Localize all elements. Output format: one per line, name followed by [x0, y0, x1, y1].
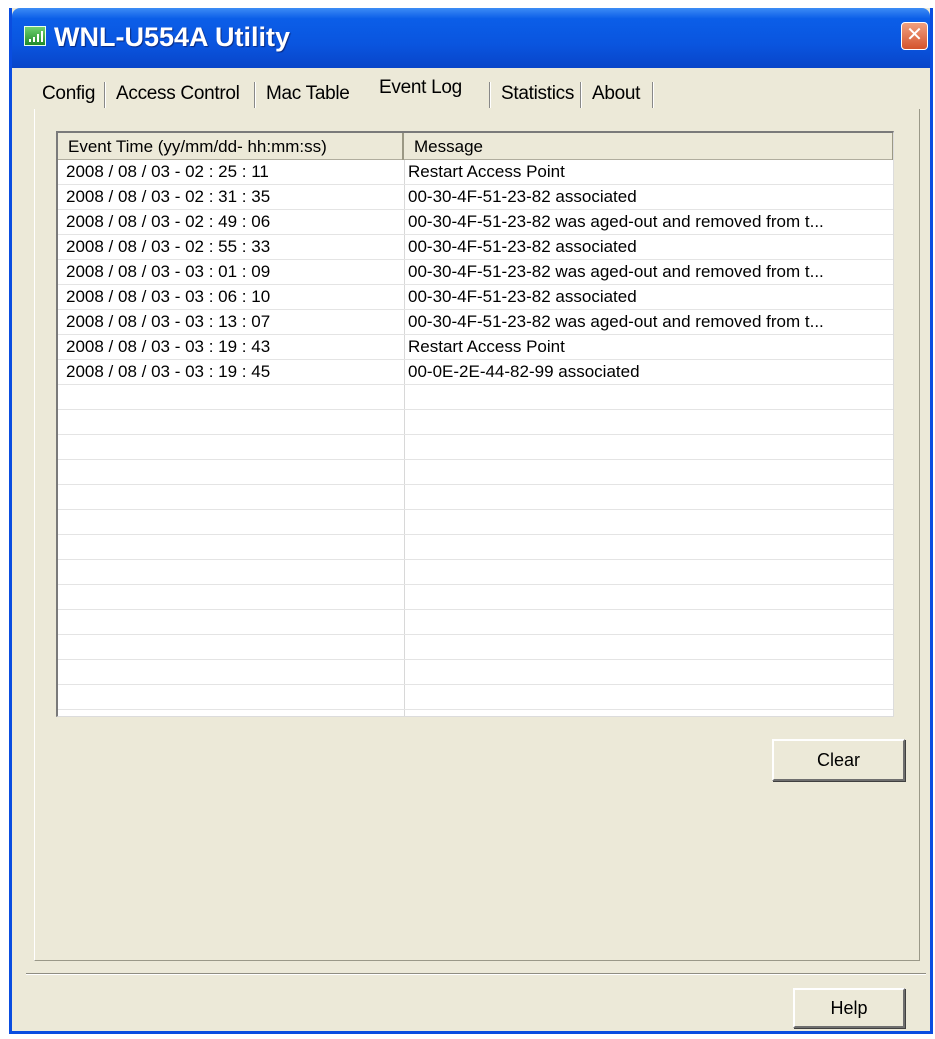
- title-bar[interactable]: WNL-U554A Utility ✕: [12, 8, 930, 68]
- table-row[interactable]: 2008 / 08 / 03 - 02 : 31 : 35 00-30-4F-51…: [58, 185, 893, 210]
- empty-row[interactable]: [58, 410, 893, 435]
- table-row[interactable]: 2008 / 08 / 03 - 03 : 19 : 45 00-0E-2E-44…: [58, 360, 893, 385]
- message-cell: 00-30-4F-51-23-82 was aged-out and remov…: [408, 312, 824, 331]
- tab-separator: [254, 82, 256, 108]
- list-header: Event Time (yy/mm/dd- hh:mm:ss) Message: [58, 133, 893, 160]
- tab-separator: [489, 82, 491, 108]
- event-time-cell: 2008 / 08 / 03 - 02 : 55 : 33: [66, 237, 271, 256]
- table-row[interactable]: 2008 / 08 / 03 - 02 : 49 : 06 00-30-4F-51…: [58, 210, 893, 235]
- empty-row[interactable]: [58, 435, 893, 460]
- table-row[interactable]: 2008 / 08 / 03 - 02 : 55 : 33 00-30-4F-51…: [58, 235, 893, 260]
- event-time-cell: 2008 / 08 / 03 - 02 : 49 : 06: [66, 212, 271, 231]
- utility-window: WNL-U554A Utility ✕ Config Access Contro…: [9, 8, 933, 1034]
- tab-about[interactable]: About: [592, 79, 640, 109]
- empty-row[interactable]: [58, 560, 893, 585]
- message-cell: 00-0E-2E-44-82-99 associated: [408, 362, 640, 381]
- message-cell: 00-30-4F-51-23-82 associated: [408, 287, 637, 306]
- tab-strip: Config Access Control Mac Table Event Lo…: [36, 70, 896, 110]
- message-cell: 00-30-4F-51-23-82 associated: [408, 187, 637, 206]
- table-row[interactable]: 2008 / 08 / 03 - 02 : 25 : 11 Restart Acc…: [58, 160, 893, 185]
- close-icon[interactable]: ✕: [901, 22, 928, 50]
- tab-separator: [580, 82, 582, 108]
- event-time-cell: 2008 / 08 / 03 - 03 : 01 : 09: [66, 262, 271, 281]
- empty-row[interactable]: [58, 635, 893, 660]
- signal-bars-icon: [24, 26, 46, 46]
- tab-mac-table[interactable]: Mac Table: [266, 79, 350, 109]
- table-row[interactable]: 2008 / 08 / 03 - 03 : 01 : 09 00-30-4F-51…: [58, 260, 893, 285]
- empty-row[interactable]: [58, 385, 893, 410]
- bottom-divider: [26, 973, 926, 975]
- tab-event-log[interactable]: Event Log: [377, 70, 489, 110]
- event-time-cell: 2008 / 08 / 03 - 02 : 31 : 35: [66, 187, 271, 206]
- tab-config[interactable]: Config: [42, 79, 95, 109]
- list-body: 2008 / 08 / 03 - 02 : 25 : 11 Restart Acc…: [58, 160, 893, 716]
- clear-button[interactable]: Clear: [772, 739, 905, 781]
- event-time-cell: 2008 / 08 / 03 - 03 : 13 : 07: [66, 312, 271, 331]
- table-row[interactable]: 2008 / 08 / 03 - 03 : 06 : 10 00-30-4F-51…: [58, 285, 893, 310]
- column-header-message[interactable]: Message: [404, 133, 893, 160]
- empty-row[interactable]: [58, 660, 893, 685]
- empty-row[interactable]: [58, 535, 893, 560]
- event-log-list[interactable]: Event Time (yy/mm/dd- hh:mm:ss) Message …: [56, 131, 894, 717]
- tab-separator: [652, 82, 654, 108]
- message-cell: 00-30-4F-51-23-82 was aged-out and remov…: [408, 262, 824, 281]
- column-header-event-time[interactable]: Event Time (yy/mm/dd- hh:mm:ss): [58, 133, 404, 160]
- empty-row[interactable]: [58, 585, 893, 610]
- table-row[interactable]: 2008 / 08 / 03 - 03 : 19 : 43 Restart Acc…: [58, 335, 893, 360]
- message-cell: 00-30-4F-51-23-82 was aged-out and remov…: [408, 212, 824, 231]
- message-cell: Restart Access Point: [408, 337, 565, 356]
- message-cell: Restart Access Point: [408, 162, 565, 181]
- empty-row[interactable]: [58, 610, 893, 635]
- event-time-cell: 2008 / 08 / 03 - 03 : 19 : 43: [66, 337, 271, 356]
- tab-access-control[interactable]: Access Control: [116, 79, 240, 109]
- event-time-cell: 2008 / 08 / 03 - 02 : 25 : 11: [66, 162, 269, 181]
- table-row[interactable]: 2008 / 08 / 03 - 03 : 13 : 07 00-30-4F-51…: [58, 310, 893, 335]
- event-time-cell: 2008 / 08 / 03 - 03 : 06 : 10: [66, 287, 271, 306]
- event-time-cell: 2008 / 08 / 03 - 03 : 19 : 45: [66, 362, 271, 381]
- tab-statistics[interactable]: Statistics: [501, 79, 574, 109]
- empty-row[interactable]: [58, 510, 893, 535]
- tab-separator: [104, 82, 106, 108]
- message-cell: 00-30-4F-51-23-82 associated: [408, 237, 637, 256]
- empty-row[interactable]: [58, 685, 893, 710]
- empty-row[interactable]: [58, 460, 893, 485]
- window-title: WNL-U554A Utility: [54, 22, 291, 52]
- help-button[interactable]: Help: [793, 988, 905, 1028]
- empty-row[interactable]: [58, 485, 893, 510]
